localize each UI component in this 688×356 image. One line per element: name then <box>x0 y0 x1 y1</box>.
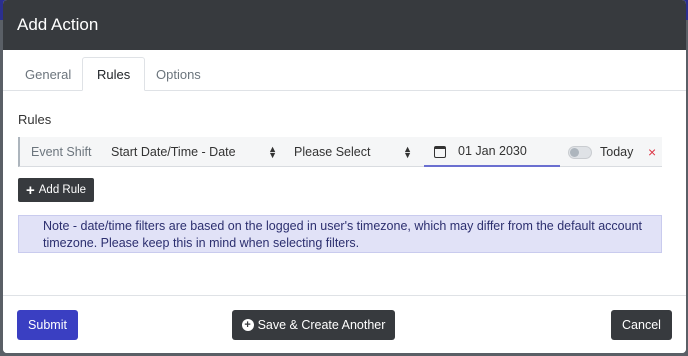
modal-footer: Submit + Save & Create Another Cancel <box>3 295 686 353</box>
tab-bar: General Rules Options <box>3 57 686 91</box>
add-action-modal: Add Action General Rules Options Rules E… <box>3 0 686 353</box>
date-value: 01 Jan 2030 <box>458 144 527 158</box>
modal-header: Add Action <box>3 0 686 50</box>
field-select-value: Start Date/Time - Date <box>111 144 236 159</box>
date-input[interactable]: 01 Jan 2030 <box>424 137 560 167</box>
tab-rules[interactable]: Rules <box>82 57 146 91</box>
operator-select-value: Please Select <box>294 144 371 159</box>
today-label: Today <box>600 144 634 159</box>
today-toggle[interactable] <box>568 146 592 159</box>
tab-general[interactable]: General <box>11 58 85 91</box>
tab-options[interactable]: Options <box>142 58 215 91</box>
add-rule-label: Add Rule <box>38 184 87 196</box>
toggle-knob <box>570 148 579 157</box>
add-rule-button[interactable]: + Add Rule <box>18 178 95 202</box>
modal-body: General Rules Options Rules Event Shift … <box>3 50 686 295</box>
rule-row: Event Shift Start Date/Time - Date ▲ ▼ Pl… <box>18 137 662 167</box>
operator-select[interactable]: Please Select ▲ ▼ <box>294 137 412 167</box>
sort-arrows-icon: ▲ ▼ <box>403 143 412 160</box>
timezone-note: Note - date/time filters are based on th… <box>18 215 662 253</box>
save-create-another-button[interactable]: + Save & Create Another <box>232 310 395 340</box>
plus-circle-icon: + <box>241 319 254 331</box>
modal-title: Add Action <box>17 15 99 34</box>
cancel-button[interactable]: Cancel <box>611 310 672 340</box>
rule-type-label: Event Shift <box>31 144 92 159</box>
close-icon[interactable]: × <box>648 144 656 160</box>
save-create-label: Save & Create Another <box>257 318 386 332</box>
submit-button[interactable]: Submit <box>17 310 78 340</box>
sort-arrows-icon: ▲ ▼ <box>268 143 277 160</box>
plus-icon: + <box>26 181 35 199</box>
calendar-icon[interactable] <box>434 146 446 158</box>
field-select[interactable]: Start Date/Time - Date ▲ ▼ <box>111 137 277 167</box>
rules-section-label: Rules <box>18 112 52 127</box>
